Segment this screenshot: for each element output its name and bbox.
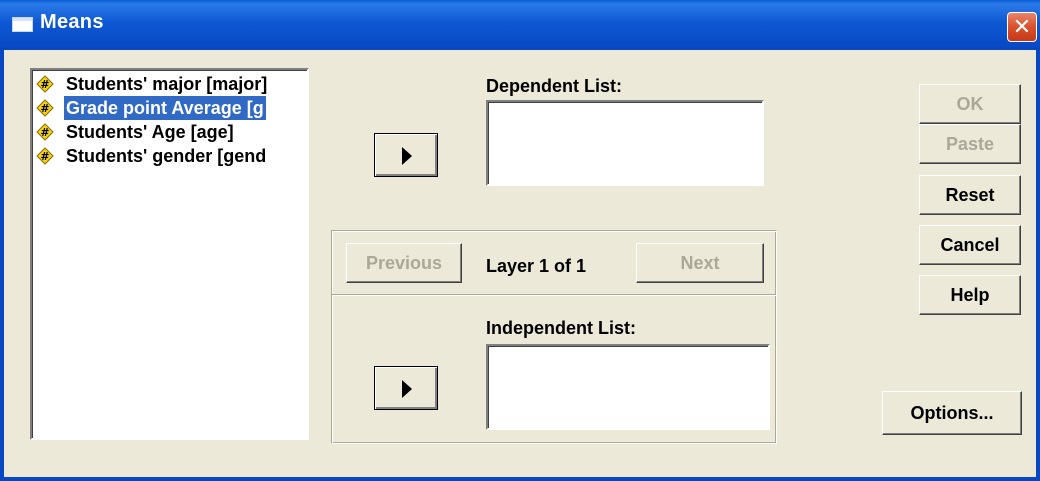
variable-label: Students' Age [age] (66, 122, 234, 142)
svg-text:#: # (40, 102, 49, 115)
layer-status: Layer 1 of 1 (486, 256, 587, 276)
options-button[interactable]: Options... (882, 391, 1022, 435)
svg-text:#: # (40, 78, 49, 91)
move-to-dependent-button[interactable] (374, 133, 438, 177)
arrow-right-icon (402, 147, 412, 165)
independent-list[interactable] (486, 344, 770, 430)
source-variable-list[interactable]: # Students' major [major] # Grade point … (30, 68, 309, 440)
help-button[interactable]: Help (919, 275, 1021, 315)
scale-variable-icon: # (36, 75, 54, 93)
next-layer-label: Next (680, 253, 720, 273)
ok-label: OK (956, 94, 984, 114)
scale-variable-icon: # (36, 123, 54, 141)
window-title: Means (40, 11, 104, 33)
dependent-list[interactable] (486, 100, 764, 186)
cancel-button[interactable]: Cancel (919, 225, 1021, 265)
reset-label: Reset (945, 185, 995, 205)
ok-button[interactable]: OK (919, 84, 1021, 124)
close-button[interactable]: ✕ (1007, 12, 1037, 42)
title-bar[interactable]: Means ✕ (0, 0, 1040, 50)
previous-layer-button[interactable]: Previous (346, 243, 462, 283)
independent-list-label: Independent List: (486, 318, 636, 338)
close-icon: ✕ (1012, 14, 1032, 39)
variable-item-age[interactable]: # Students' Age [age] (36, 120, 307, 144)
dependent-list-label: Dependent List: (486, 76, 623, 96)
variable-item-gender[interactable]: # Students' gender [gend (36, 144, 307, 168)
scale-variable-icon: # (36, 147, 54, 165)
svg-text:#: # (40, 150, 49, 163)
window-icon (12, 17, 33, 32)
scale-variable-icon: # (36, 99, 54, 117)
previous-layer-label: Previous (365, 253, 443, 273)
cancel-label: Cancel (940, 235, 1000, 255)
window-frame-bottom (0, 477, 1040, 481)
paste-button[interactable]: Paste (919, 124, 1021, 164)
paste-label: Paste (945, 134, 995, 154)
next-layer-button[interactable]: Next (636, 243, 764, 283)
move-to-independent-button[interactable] (374, 366, 438, 410)
variable-item-major[interactable]: # Students' major [major] (36, 72, 307, 96)
options-label: Options... (910, 403, 994, 423)
variable-item-gpa[interactable]: # Grade point Average [g (36, 96, 307, 120)
window-frame-left (0, 50, 4, 481)
means-dialog: Means ✕ # Students' major [major] # Grad… (0, 0, 1040, 481)
reset-button[interactable]: Reset (919, 175, 1021, 215)
arrow-right-icon (402, 380, 412, 398)
variable-label: Grade point Average [g (64, 96, 266, 120)
help-label: Help (950, 285, 990, 305)
variable-label: Students' major [major] (66, 74, 268, 94)
variable-label: Students' gender [gend (66, 146, 267, 166)
window-frame-right (1036, 50, 1040, 481)
svg-text:#: # (40, 126, 49, 139)
layer-divider (332, 294, 776, 296)
